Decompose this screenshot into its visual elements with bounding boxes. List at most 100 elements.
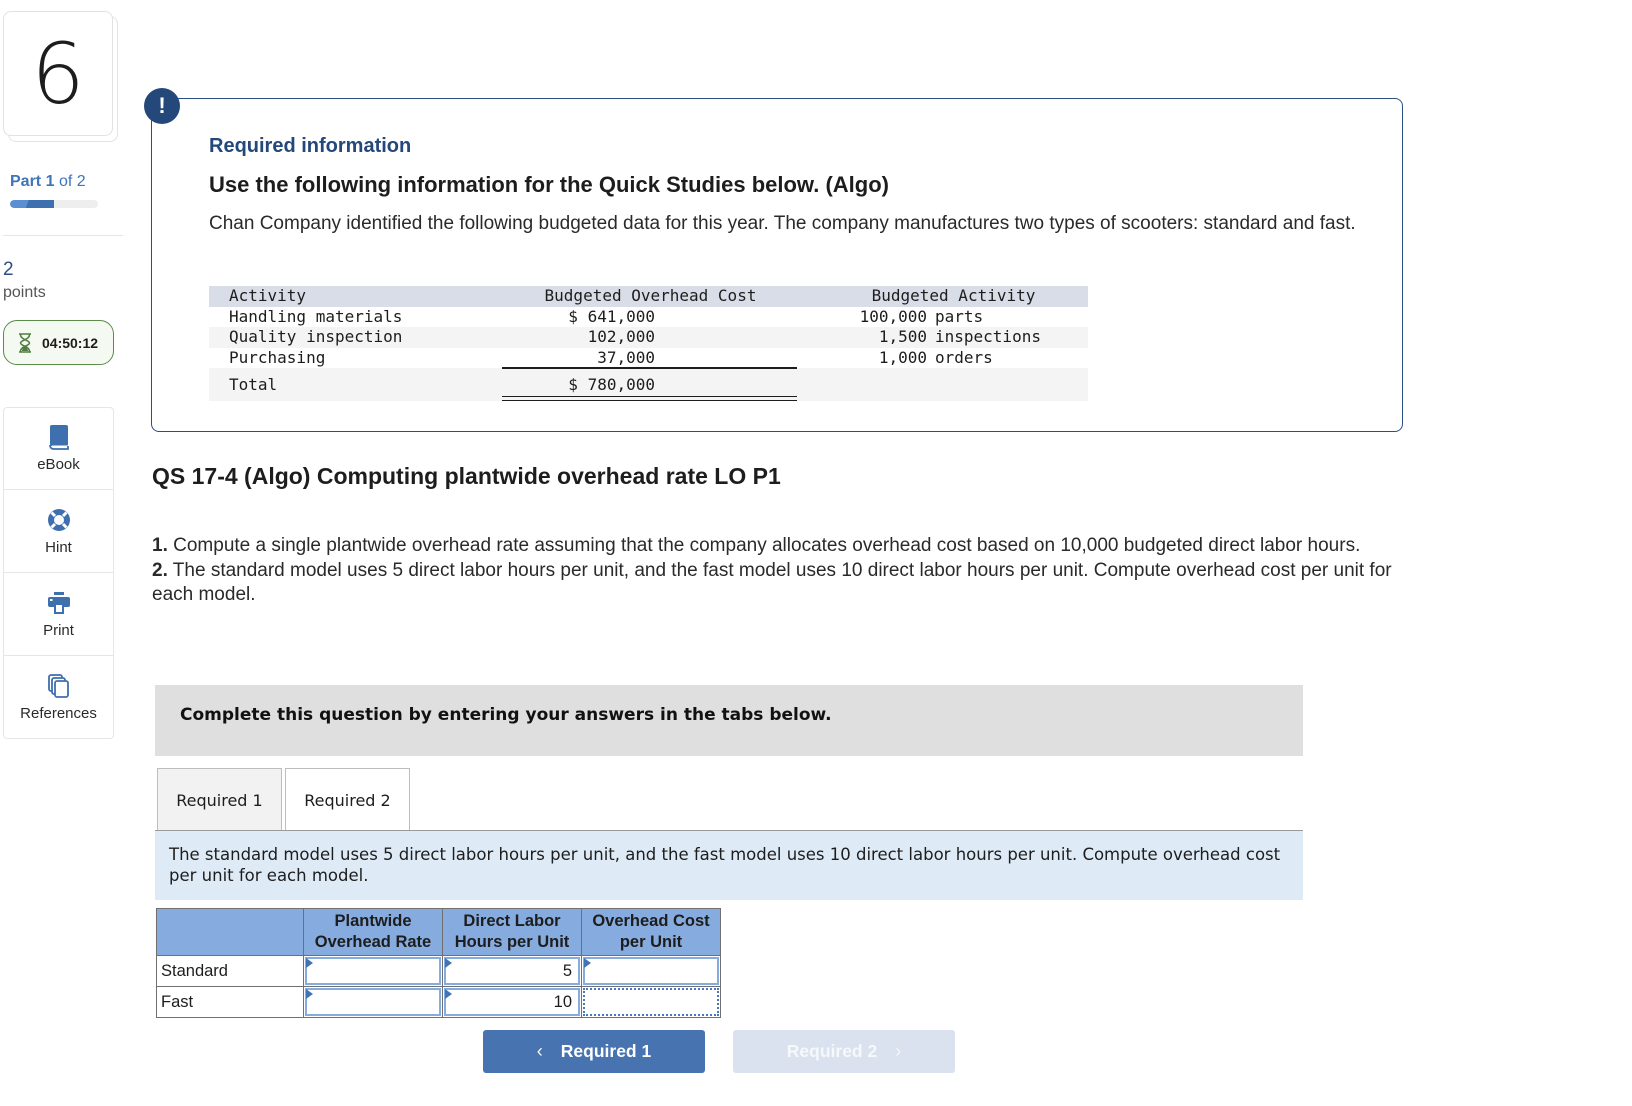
points-label: points: [3, 284, 46, 301]
tools-panel: eBook Hint Print References: [3, 407, 114, 739]
printer-icon: [47, 591, 70, 614]
fast-cost-input[interactable]: [583, 988, 719, 1016]
info-subheading: Use the following information for the Qu…: [209, 172, 889, 197]
activity-quantity: 100,000: [859, 306, 927, 326]
input-flag-icon: [306, 958, 313, 968]
input-flag-icon: [306, 989, 313, 999]
prev-required-button[interactable]: ‹ Required 1: [483, 1030, 705, 1073]
points-value: 2: [3, 259, 14, 280]
next-required-button[interactable]: Required 2 ›: [733, 1030, 955, 1073]
next-button-label: Required 2: [786, 1041, 878, 1061]
header-budgeted-activity: Budgeted Activity: [871, 286, 1036, 305]
question-number: 6: [3, 11, 113, 136]
standard-cost-cell[interactable]: [581, 955, 721, 987]
activity-name: Purchasing: [229, 347, 326, 367]
standard-cost-input[interactable]: [583, 957, 719, 985]
item-text: Compute a single plantwide overhead rate…: [167, 535, 1361, 556]
part-progress-fill: [10, 200, 54, 208]
fast-rate-input[interactable]: [305, 988, 441, 1016]
activity-name: Handling materials: [229, 306, 403, 326]
activity-name: Quality inspection: [229, 327, 403, 346]
part-total: of 2: [58, 173, 86, 190]
timer-value: 04:50:12: [42, 334, 99, 351]
table-row: Purchasing 37,000 1,000 orders: [209, 348, 1088, 369]
activity-unit: orders: [935, 347, 993, 367]
info-intro: Chan Company identified the following bu…: [209, 213, 1356, 234]
part-word: Part: [10, 173, 42, 190]
timer-badge[interactable]: 04:50:12: [3, 320, 114, 365]
fast-cost-cell[interactable]: [581, 986, 721, 1018]
part-progress-bar: [10, 200, 98, 208]
input-flag-icon: [445, 989, 452, 999]
alert-icon: !: [144, 88, 180, 124]
standard-rate-cell[interactable]: [303, 955, 443, 987]
table-row: Handling materials $ 641,000 100,000 par…: [209, 307, 1088, 328]
fast-hours-cell[interactable]: 10: [442, 986, 582, 1018]
activity-unit: inspections: [935, 327, 1041, 346]
hint-button[interactable]: Hint: [3, 490, 114, 573]
tab-required-2[interactable]: Required 2: [285, 768, 410, 832]
overhead-cost: $ 641,000: [568, 306, 655, 326]
divider: [3, 235, 123, 236]
problem-title: QS 17-4 (Algo) Computing plantwide overh…: [152, 463, 781, 489]
ebook-button[interactable]: eBook: [3, 407, 114, 490]
tab-description: The standard model uses 5 direct labor h…: [155, 830, 1303, 900]
activity-quantity: 1,000: [878, 347, 927, 367]
standard-rate-input[interactable]: [305, 957, 441, 985]
item-number: 2.: [152, 559, 168, 581]
chevron-left-icon: ‹: [536, 1041, 543, 1061]
answer-table: Plantwide Overhead Rate Direct Labor Hou…: [156, 908, 721, 1018]
problem-items: 1. Compute a single plantwide overhead r…: [152, 534, 1402, 608]
input-flag-icon: [445, 958, 452, 968]
hourglass-icon: [19, 332, 31, 353]
subtotal-rule: [502, 367, 797, 369]
prev-button-label: Required 1: [560, 1041, 652, 1061]
required-info-heading: Required information: [209, 135, 412, 157]
total-label: Total: [229, 375, 278, 394]
row-label-standard: Standard: [156, 955, 304, 987]
header-dl-hours: Direct Labor Hours per Unit: [442, 908, 582, 956]
standard-hours-cell[interactable]: 5: [442, 955, 582, 987]
header-overhead-cost: Budgeted Overhead Cost: [544, 286, 757, 305]
fast-hours-input[interactable]: 10: [444, 988, 580, 1016]
header-activity: Activity: [229, 286, 307, 305]
budget-data-table: Activity Budgeted Overhead Cost Budgeted…: [209, 286, 1088, 401]
part-indicator: Part 1 of 2: [10, 173, 86, 191]
overhead-cost: 37,000: [597, 347, 655, 367]
part-current: 1: [45, 173, 55, 190]
item-text: The standard model uses 5 direct labor h…: [152, 559, 1392, 606]
table-header-row: Activity Budgeted Overhead Cost Budgeted…: [209, 286, 1088, 307]
total-double-rule: [502, 396, 797, 401]
problem-item: 2. The standard model uses 5 direct labo…: [152, 559, 1402, 608]
header-plantwide-rate: Plantwide Overhead Rate: [303, 908, 443, 956]
lifebuoy-icon: [47, 508, 70, 531]
standard-hours-input[interactable]: 5: [444, 957, 580, 985]
row-label-fast: Fast: [156, 986, 304, 1018]
description-text: The standard model uses 5 direct labor h…: [169, 845, 1281, 885]
chevron-right-icon: ›: [895, 1041, 902, 1061]
answer-table-header: Plantwide Overhead Rate Direct Labor Hou…: [156, 908, 721, 956]
header-blank: [156, 908, 304, 956]
activity-quantity: 1,500: [878, 327, 927, 346]
table-row: Fast 10: [156, 986, 721, 1018]
overhead-cost: 102,000: [587, 327, 655, 346]
copy-documents-icon: [47, 673, 69, 698]
tool-label: eBook: [37, 456, 80, 473]
item-number: 1.: [152, 535, 168, 556]
book-icon: [48, 425, 69, 450]
table-row: Quality inspection 102,000 1,500 inspect…: [209, 327, 1088, 348]
header-overhead-per-unit: Overhead Cost per Unit: [581, 908, 721, 956]
instruction-banner: Complete this question by entering your …: [155, 685, 1303, 756]
problem-item: 1. Compute a single plantwide overhead r…: [152, 534, 1402, 559]
question-number-card: 6: [3, 11, 118, 142]
print-button[interactable]: Print: [3, 573, 114, 656]
tool-label: References: [20, 704, 97, 722]
input-flag-icon: [584, 958, 591, 968]
references-button[interactable]: References: [3, 656, 114, 739]
activity-unit: parts: [935, 306, 984, 326]
tool-label: Hint: [45, 538, 72, 556]
fast-rate-cell[interactable]: [303, 986, 443, 1018]
instruction-text: Complete this question by entering your …: [180, 705, 832, 725]
tool-label: Print: [43, 621, 74, 639]
tab-required-1[interactable]: Required 1: [157, 768, 282, 831]
